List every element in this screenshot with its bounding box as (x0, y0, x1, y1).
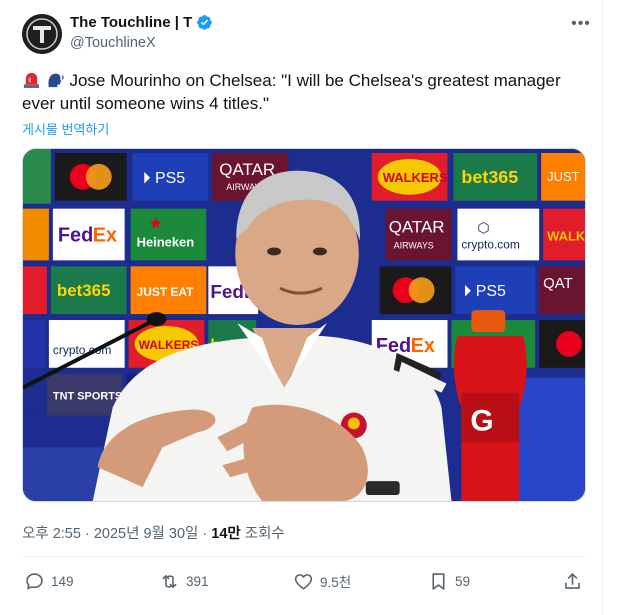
svg-text:★: ★ (149, 216, 163, 233)
svg-text:⬡: ⬡ (477, 220, 489, 236)
name-row: The Touchline | T (70, 14, 213, 31)
user-handle[interactable]: @TouchlineX (70, 35, 156, 51)
repost-button[interactable]: 391 (159, 566, 209, 596)
reply-button[interactable]: 149 (24, 566, 74, 596)
speaking-head-icon (48, 73, 64, 88)
tweet-photo[interactable]: ⏵ PS5 QATAR AIRWAYS WALKERS bet365 JUST … (22, 148, 586, 502)
svg-text:QATAR: QATAR (219, 160, 275, 179)
tweet-body: Jose Mourinho on Chelsea: "I will be Che… (22, 71, 561, 113)
rotating-light-icon (23, 72, 40, 89)
display-name[interactable]: The Touchline | T (70, 14, 192, 31)
repost-icon (162, 574, 177, 588)
svg-text:Ex: Ex (411, 335, 435, 357)
reply-count: 149 (51, 573, 74, 589)
svg-text:AIRWAYS: AIRWAYS (394, 240, 434, 250)
repost-count: 391 (186, 573, 209, 589)
svg-text:Fed: Fed (58, 224, 93, 246)
svg-text:Heineken: Heineken (137, 234, 195, 249)
svg-text:crypto.com: crypto.com (461, 237, 519, 251)
svg-text:bet365: bet365 (57, 281, 111, 300)
reply-icon (26, 572, 43, 589)
svg-text:⏵ PS5: ⏵ PS5 (143, 170, 186, 187)
share-icon (565, 572, 580, 589)
bookmark-count: 59 (455, 573, 471, 589)
press-conference-photo: ⏵ PS5 QATAR AIRWAYS WALKERS bet365 JUST … (23, 149, 585, 501)
svg-text:G: G (470, 404, 493, 437)
svg-text:QATAR: QATAR (389, 218, 445, 237)
bookmark-button[interactable]: 59 (428, 566, 470, 596)
verified-badge-icon[interactable] (196, 14, 213, 31)
svg-text:bet365: bet365 (461, 167, 518, 187)
tweet-date[interactable]: 2025년 9월 30일 (94, 526, 199, 542)
translate-post-link[interactable]: 게시물 번역하기 (22, 119, 109, 138)
tweet-time[interactable]: 오후 2:55 (22, 526, 81, 542)
avatar[interactable] (22, 14, 62, 54)
divider (22, 556, 586, 557)
views-count: 14만 (211, 526, 241, 542)
bookmark-icon (432, 572, 445, 590)
tweet-card: The Touchline | T @TouchlineX ••• Jose M… (0, 0, 603, 615)
svg-text:⏵ PS5: ⏵ PS5 (463, 283, 506, 300)
touchline-logo-icon (22, 14, 62, 54)
svg-text:JUST EAT: JUST EAT (137, 285, 195, 299)
views-label: 조회수 (244, 526, 285, 542)
svg-text:JUST: JUST (547, 169, 579, 184)
share-button[interactable] (562, 566, 583, 596)
action-bar: 149 391 9.5천 59 (22, 566, 586, 596)
like-button[interactable]: 9.5천 (293, 566, 351, 596)
tweet-header: The Touchline | T @TouchlineX ••• (22, 12, 592, 56)
tweet-text: Jose Mourinho on Chelsea: "I will be Che… (22, 69, 582, 115)
timestamp-row: 오후 2:55 · 2025년 9월 30일 · 14만 조회수 (22, 526, 285, 542)
svg-text:WALKERS: WALKERS (383, 170, 448, 185)
svg-text:Ex: Ex (93, 224, 117, 246)
svg-text:QAT: QAT (543, 275, 573, 292)
like-count: 9.5천 (320, 575, 352, 590)
svg-text:TNT SPORTS: TNT SPORTS (53, 391, 122, 403)
more-options-icon[interactable]: ••• (570, 14, 592, 34)
svg-text:WALK: WALK (547, 228, 585, 243)
heart-icon (294, 573, 313, 590)
